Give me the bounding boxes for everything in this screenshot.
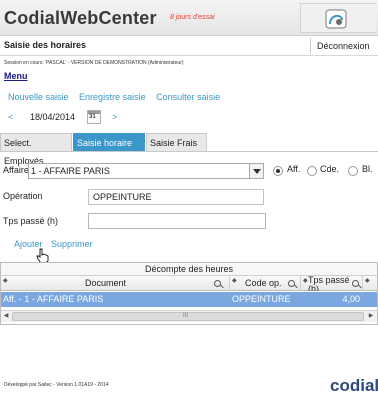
footer-text: Développé par Saitec - Version 1.01A19 -… xyxy=(4,382,109,388)
time-label: Tps passé (h) xyxy=(3,216,59,226)
menu-link[interactable]: Menu xyxy=(4,71,28,81)
radio-aff-label: Aff. xyxy=(287,164,301,174)
operation-label: Opération xyxy=(3,191,43,201)
cell-code-op: OPPEINTURE xyxy=(232,294,291,304)
radio-bl[interactable] xyxy=(348,166,358,176)
operation-value: OPPEINTURE xyxy=(93,192,152,202)
prev-date-button[interactable]: < xyxy=(8,112,13,122)
subheader: Saisie des horaires Déconnexion xyxy=(0,36,378,56)
column-code-op-label: Code op. xyxy=(245,278,282,288)
codial-icon xyxy=(325,9,347,29)
sort-icon: ◆ xyxy=(3,278,8,284)
radio-cde[interactable] xyxy=(307,166,317,176)
search-icon[interactable] xyxy=(288,280,295,287)
sort-icon: ◆ xyxy=(365,278,370,284)
column-document[interactable]: ◆ Document xyxy=(1,276,230,291)
radio-cde-label: Cde. xyxy=(320,164,340,174)
column-code-op[interactable]: ◆ Code op. xyxy=(230,276,301,291)
page-title: Saisie des horaires xyxy=(4,40,87,50)
tab-saisie-horaire[interactable]: Saisie horaire xyxy=(73,133,145,151)
grid-actions: Ajouter Supprimer xyxy=(14,239,99,249)
date-value: 18/04/2014 xyxy=(30,112,76,122)
new-entry-link[interactable]: Nouvelle saisie xyxy=(8,92,69,102)
calendar-day: 31 xyxy=(89,114,96,120)
sort-icon: ◆ xyxy=(232,278,237,284)
calendar-icon[interactable]: 31 xyxy=(87,110,101,124)
tab-select-employes[interactable]: Select. Employés xyxy=(0,133,72,166)
action-links: Nouvelle saisie Enregistre saisie Consul… xyxy=(8,92,228,102)
column-time[interactable]: ◆ Tps passé (h) xyxy=(301,276,363,291)
sort-icon: ◆ xyxy=(303,278,308,284)
trial-label: 8 jours d'essai xyxy=(170,14,215,21)
app-header: CodialWebCenter 8 jours d'essai xyxy=(0,0,378,36)
scroll-grip: III xyxy=(183,313,189,319)
app-title: CodialWebCenter xyxy=(4,8,157,28)
affaire-label: Affaire xyxy=(3,165,29,175)
next-date-button[interactable]: > xyxy=(112,112,117,122)
view-entry-link[interactable]: Consulter saisie xyxy=(156,92,220,102)
scroll-left-icon[interactable]: ◀ xyxy=(1,311,11,322)
delete-button[interactable]: Supprimer xyxy=(51,239,93,249)
tab-saisie-frais[interactable]: Saisie Frais xyxy=(146,133,207,151)
table-row[interactable]: Aff. - 1 - AFFAIRE PARIS OPPEINTURE 4,00 xyxy=(1,292,377,307)
operation-field[interactable]: OPPEINTURE xyxy=(88,189,264,205)
radio-aff[interactable] xyxy=(273,166,283,176)
horizontal-scrollbar[interactable]: ◀ III ▶ xyxy=(1,310,377,322)
time-input[interactable] xyxy=(88,213,266,229)
affaire-value: 1 - AFFAIRE PARIS xyxy=(31,166,110,176)
chevron-down-icon xyxy=(249,164,263,178)
grid-header: ◆ Document ◆ Code op. ◆ Tps passé (h) ◆ xyxy=(1,275,377,291)
cell-document: Aff. - 1 - AFFAIRE PARIS xyxy=(3,294,104,304)
save-entry-link[interactable]: Enregistre saisie xyxy=(79,92,146,102)
search-icon[interactable] xyxy=(352,280,359,287)
scroll-right-icon[interactable]: ▶ xyxy=(366,311,376,322)
logout-button[interactable]: Déconnexion xyxy=(310,38,378,54)
logo-box xyxy=(300,3,376,33)
radio-bl-label: Bl. xyxy=(362,164,373,174)
column-extra[interactable]: ◆ xyxy=(363,276,377,291)
search-icon[interactable] xyxy=(214,280,221,287)
scroll-thumb[interactable]: III xyxy=(12,312,364,321)
affaire-select[interactable]: 1 - AFFAIRE PARIS xyxy=(28,163,264,179)
footer-logo: codial xyxy=(330,376,378,395)
tab-bar: Select. Employés Saisie horaire Saisie F… xyxy=(0,133,378,166)
column-time-label: Tps passé (h) xyxy=(308,276,350,291)
hours-grid: Décompte des heures ◆ Document ◆ Code op… xyxy=(0,262,378,325)
session-info: Session en cours: 'PASCAL' - VERSION DE … xyxy=(4,60,184,66)
column-document-label: Document xyxy=(85,278,127,288)
cell-time: 4,00 xyxy=(342,294,360,304)
grid-caption: Décompte des heures xyxy=(1,263,377,275)
